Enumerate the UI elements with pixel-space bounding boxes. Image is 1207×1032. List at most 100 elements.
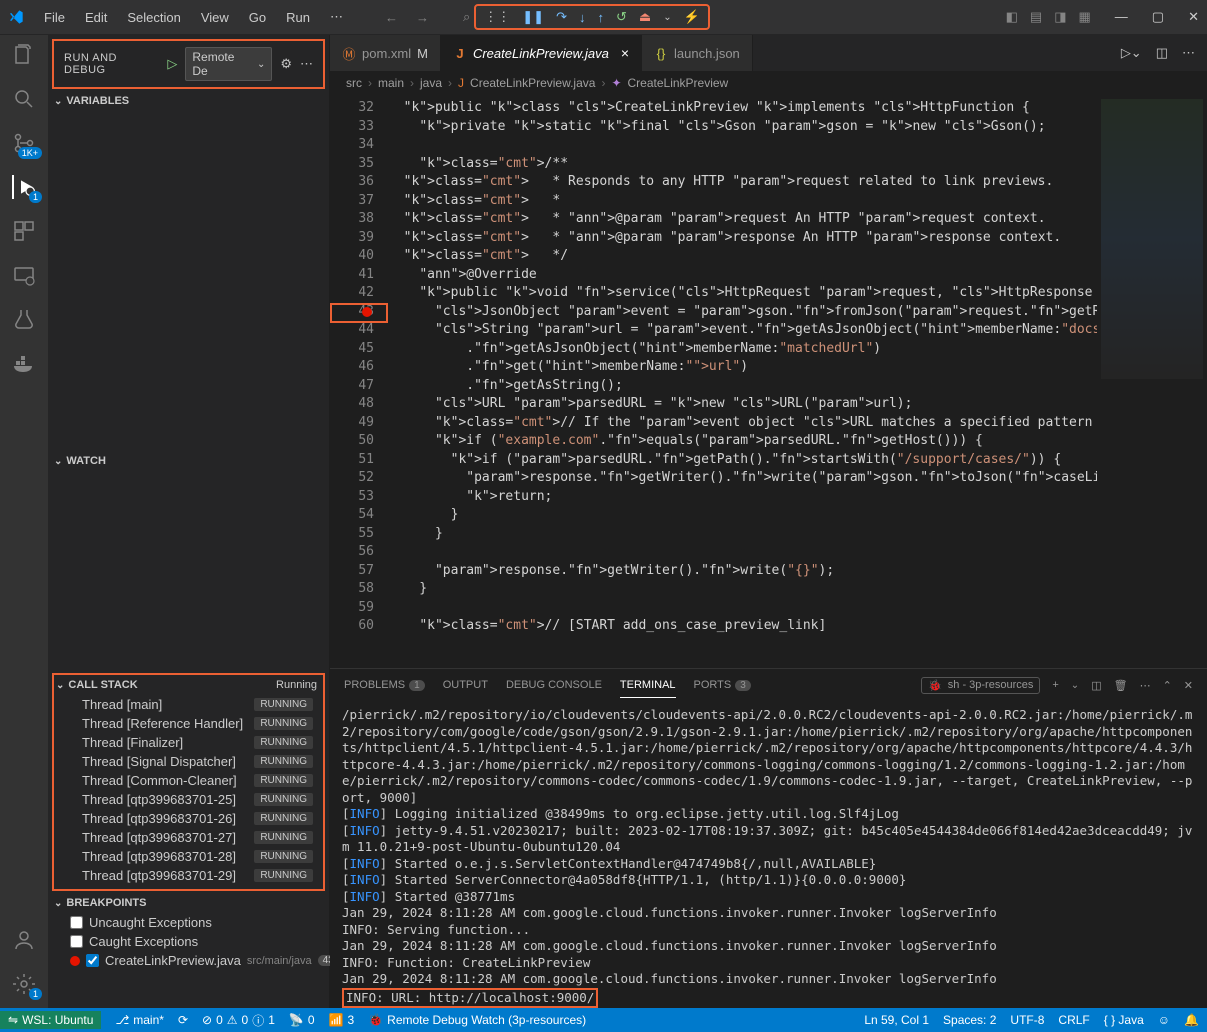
terminal-selector[interactable]: 🐞 sh - 3p-resources xyxy=(921,677,1040,694)
settings-gear-icon[interactable]: 1 xyxy=(12,972,36,996)
problems-status[interactable]: ⊘ 0 ⚠ 0 ⓘ 1 xyxy=(202,1012,275,1029)
radio-status[interactable]: 📡 0 xyxy=(289,1013,315,1027)
layout-panel-icon[interactable]: ▤ xyxy=(1030,9,1042,25)
editor-group: Ⓜ pom.xml M J CreateLinkPreview.java × {… xyxy=(330,35,1207,1008)
remote-explorer-icon[interactable] xyxy=(12,263,36,287)
new-terminal-icon[interactable]: + xyxy=(1052,679,1058,691)
debug-status[interactable]: 🐞 Remote Debug Watch (3p-resources) xyxy=(368,1013,586,1027)
more-icon[interactable]: ⋯ xyxy=(300,56,313,72)
step-into-icon[interactable]: ↓ xyxy=(579,10,586,25)
hot-reload-icon[interactable]: ⚡ xyxy=(684,9,700,25)
callstack-thread[interactable]: Thread [Common-Cleaner]RUNNING xyxy=(54,771,323,790)
panel-maximize-icon[interactable]: ⌃ xyxy=(1163,679,1172,692)
sync-icon[interactable]: ⟳ xyxy=(178,1013,188,1027)
feedback-icon[interactable]: ☺ xyxy=(1158,1013,1170,1027)
bp-file-row[interactable]: CreateLinkPreview.java src/main/java 43 xyxy=(48,951,329,970)
callstack-thread[interactable]: Thread [qtp399683701-27]RUNNING xyxy=(54,828,323,847)
disconnect-icon[interactable]: ⏏ xyxy=(639,9,651,25)
nav-forward-icon[interactable]: → xyxy=(416,10,429,25)
layout-customize-icon[interactable]: ▦ xyxy=(1079,9,1091,25)
minimize-icon[interactable]: — xyxy=(1115,9,1128,25)
explorer-icon[interactable] xyxy=(12,43,36,67)
layout-sidebar-left-icon[interactable]: ◧ xyxy=(1006,9,1018,25)
chevron-down-icon[interactable]: ⌄ xyxy=(663,12,671,23)
callstack-thread[interactable]: Thread [Reference Handler]RUNNING xyxy=(54,714,323,733)
run-file-icon[interactable]: ▷⌄ xyxy=(1121,45,1142,61)
split-editor-icon[interactable]: ◫ xyxy=(1156,45,1168,61)
watch-section-header[interactable]: ⌄ WATCH xyxy=(48,451,329,471)
start-debug-icon[interactable]: ▷ xyxy=(167,56,177,72)
callstack-thread[interactable]: Thread [qtp399683701-25]RUNNING xyxy=(54,790,323,809)
split-terminal-icon[interactable]: ◫ xyxy=(1091,679,1101,692)
callstack-thread[interactable]: Thread [Signal Dispatcher]RUNNING xyxy=(54,752,323,771)
drag-handle-icon[interactable]: ⋮⋮ xyxy=(484,9,510,25)
close-icon[interactable]: ✕ xyxy=(1188,9,1199,25)
tab-problems[interactable]: PROBLEMS1 xyxy=(344,673,425,697)
bp-uncaught[interactable]: Uncaught Exceptions xyxy=(48,913,329,932)
tab-createlink[interactable]: J CreateLinkPreview.java × xyxy=(441,35,642,71)
editor-code[interactable]: "k">public "k">class "cls">CreateLinkPre… xyxy=(388,95,1097,668)
callstack-thread[interactable]: Thread [qtp399683701-28]RUNNING xyxy=(54,847,323,866)
indent-status[interactable]: Spaces: 2 xyxy=(943,1013,996,1027)
docker-icon[interactable] xyxy=(12,351,36,375)
testing-icon[interactable] xyxy=(12,307,36,331)
more-terminal-icon[interactable]: ⋯ xyxy=(1140,679,1151,692)
bp-uncaught-checkbox[interactable] xyxy=(70,916,83,929)
tab-debug-console[interactable]: DEBUG CONSOLE xyxy=(506,673,602,697)
debug-config-select[interactable]: Remote De ⌄ xyxy=(185,47,272,81)
kill-terminal-icon[interactable]: 🗑 xyxy=(1114,679,1128,692)
callstack-thread[interactable]: Thread [Finalizer]RUNNING xyxy=(54,733,323,752)
notifications-icon[interactable]: 🔔 xyxy=(1184,1013,1199,1027)
debug-settings-gear-icon[interactable]: ⚙ xyxy=(280,56,292,72)
chevron-down-icon[interactable]: ⌄ xyxy=(1071,680,1079,691)
menu-edit[interactable]: Edit xyxy=(77,6,115,29)
variables-section-header[interactable]: ⌄ VARIABLES xyxy=(48,91,329,111)
breadcrumb[interactable]: src› main› java› J CreateLinkPreview.jav… xyxy=(330,71,1207,95)
menu-view[interactable]: View xyxy=(193,6,237,29)
callstack-thread[interactable]: Thread [main]RUNNING xyxy=(54,695,323,714)
callstack-section-header[interactable]: ⌄ CALL STACK Running xyxy=(54,675,323,695)
maximize-icon[interactable]: ▢ xyxy=(1152,9,1164,25)
extensions-icon[interactable] xyxy=(12,219,36,243)
bp-caught-checkbox[interactable] xyxy=(70,935,83,948)
encoding-status[interactable]: UTF-8 xyxy=(1010,1013,1044,1027)
language-status[interactable]: { } Java xyxy=(1104,1013,1144,1027)
tab-pom[interactable]: Ⓜ pom.xml M xyxy=(330,35,441,71)
bp-caught[interactable]: Caught Exceptions xyxy=(48,932,329,951)
more-actions-icon[interactable]: ⋯ xyxy=(1182,45,1195,61)
minimap[interactable] xyxy=(1097,95,1207,668)
menu-go[interactable]: Go xyxy=(241,6,274,29)
callstack-thread[interactable]: Thread [qtp399683701-29]RUNNING xyxy=(54,866,323,885)
menu-run[interactable]: Run xyxy=(278,6,318,29)
menu-selection[interactable]: Selection xyxy=(119,6,188,29)
eol-status[interactable]: CRLF xyxy=(1058,1013,1089,1027)
source-control-icon[interactable]: 1K+ xyxy=(12,131,36,155)
tab-close-icon[interactable]: × xyxy=(621,45,629,61)
command-center[interactable]: ⌕ xyxy=(463,9,470,25)
callstack-thread[interactable]: Thread [qtp399683701-26]RUNNING xyxy=(54,809,323,828)
menu-more-icon[interactable]: ⋯ xyxy=(322,5,351,29)
pause-icon[interactable]: ❚❚ xyxy=(522,9,544,25)
breakpoints-section-header[interactable]: ⌄ BREAKPOINTS xyxy=(48,893,329,913)
cursor-position[interactable]: Ln 59, Col 1 xyxy=(864,1013,929,1027)
remote-indicator[interactable]: ⇋ WSL: Ubuntu xyxy=(0,1011,101,1029)
run-debug-icon[interactable]: 1 xyxy=(12,175,36,199)
tab-ports[interactable]: PORTS3 xyxy=(694,673,751,697)
panel-close-icon[interactable]: ✕ xyxy=(1184,679,1193,692)
git-branch[interactable]: ⎇ main* xyxy=(115,1013,164,1027)
step-over-icon[interactable]: ↷ xyxy=(556,9,567,25)
ports-status[interactable]: 📶 3 xyxy=(329,1013,355,1027)
bp-file-checkbox[interactable] xyxy=(86,954,99,967)
tab-launch[interactable]: {} launch.json xyxy=(642,35,753,71)
tab-output[interactable]: OUTPUT xyxy=(443,673,488,697)
step-out-icon[interactable]: ↑ xyxy=(597,10,604,25)
editor-gutter[interactable]: 3233343536373839404142434445464748495051… xyxy=(330,95,388,668)
nav-back-icon[interactable]: ← xyxy=(385,10,398,25)
accounts-icon[interactable] xyxy=(12,928,36,952)
menu-file[interactable]: File xyxy=(36,6,73,29)
search-icon[interactable] xyxy=(12,87,36,111)
tab-terminal[interactable]: TERMINAL xyxy=(620,673,676,698)
terminal-output[interactable]: /pierrick/.m2/repository/io/cloudevents/… xyxy=(330,701,1207,1008)
layout-sidebar-right-icon[interactable]: ◨ xyxy=(1054,9,1066,25)
restart-icon[interactable]: ↺ xyxy=(616,9,627,25)
